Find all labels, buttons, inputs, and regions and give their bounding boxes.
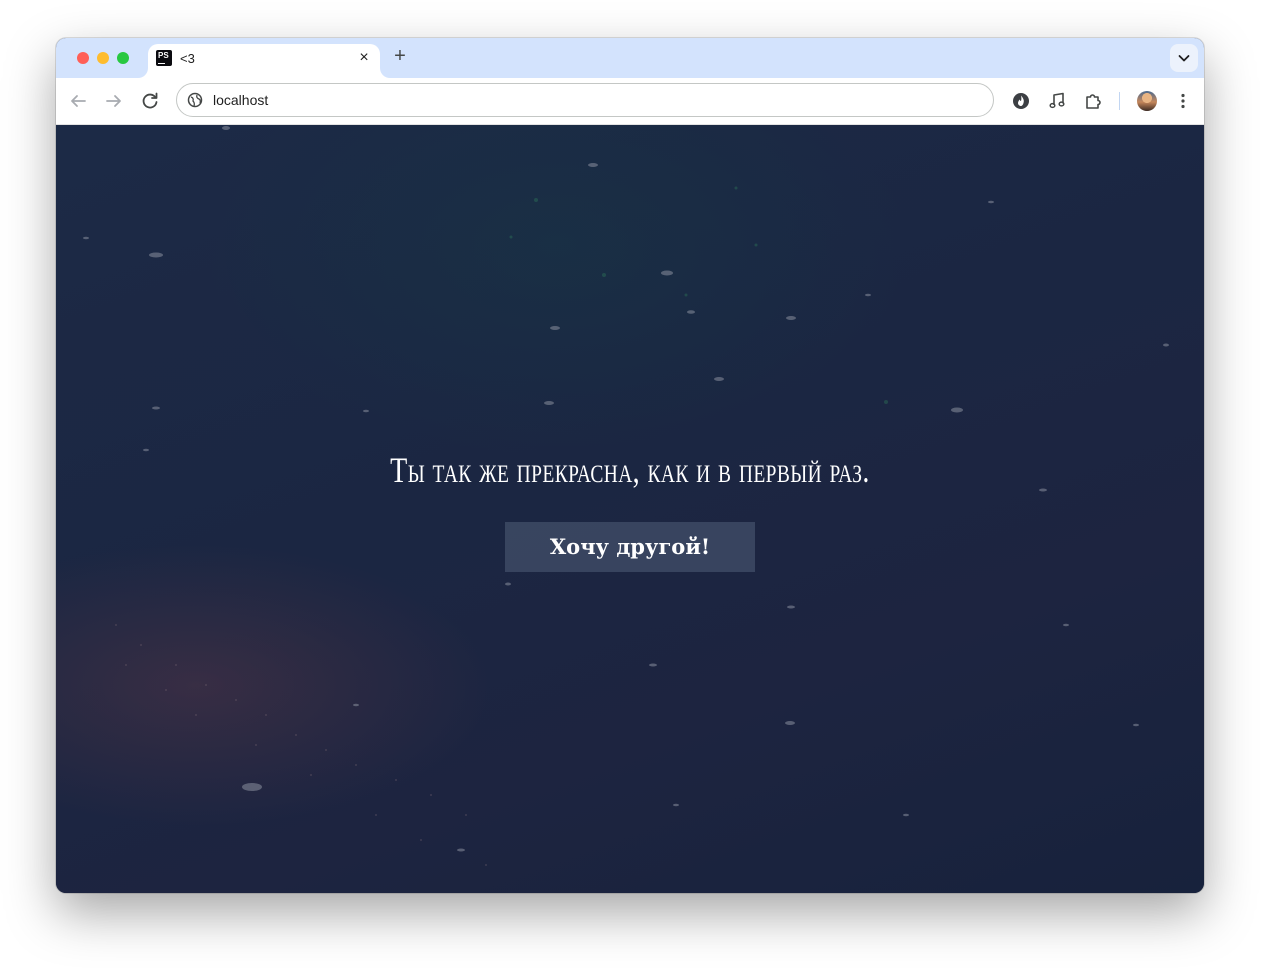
close-window-button[interactable] [77, 52, 89, 64]
site-info-icon[interactable] [187, 92, 203, 108]
quote-text: Ты так же прекрасна, как и в первый раз. [390, 450, 870, 490]
reload-icon[interactable] [138, 89, 162, 113]
next-quote-button[interactable]: Хочу другой! [505, 522, 755, 572]
browser-window: PS <3 × + localhost Ты так же прекрасна,… [56, 38, 1204, 893]
toolbar-divider [1119, 92, 1120, 110]
address-bar[interactable]: localhost [176, 83, 994, 117]
minimize-window-button[interactable] [97, 52, 109, 64]
tab-close-icon[interactable]: × [356, 50, 372, 66]
tab-search-button[interactable] [1170, 44, 1198, 72]
browser-toolbar: localhost [56, 78, 1204, 125]
music-note-icon[interactable] [1047, 91, 1067, 111]
new-tab-button[interactable]: + [390, 46, 410, 66]
profile-avatar[interactable] [1137, 91, 1157, 111]
forward-arrow-icon[interactable] [102, 89, 126, 113]
more-menu-icon[interactable] [1173, 91, 1193, 111]
starry-background [83, 126, 1169, 866]
flame-extension-icon[interactable] [1011, 91, 1031, 111]
extensions-puzzle-icon[interactable] [1083, 91, 1103, 111]
url-text: localhost [213, 92, 269, 108]
chevron-down-icon [1178, 55, 1190, 62]
browser-tab[interactable]: PS <3 × [148, 44, 380, 78]
tab-strip: PS <3 × + [56, 38, 1204, 78]
maximize-window-button[interactable] [117, 52, 129, 64]
phpstorm-favicon-icon: PS [156, 50, 172, 66]
back-arrow-icon[interactable] [66, 89, 90, 113]
page-content: Ты так же прекрасна, как и в первый раз.… [56, 125, 1204, 893]
tab-title: <3 [180, 51, 195, 66]
